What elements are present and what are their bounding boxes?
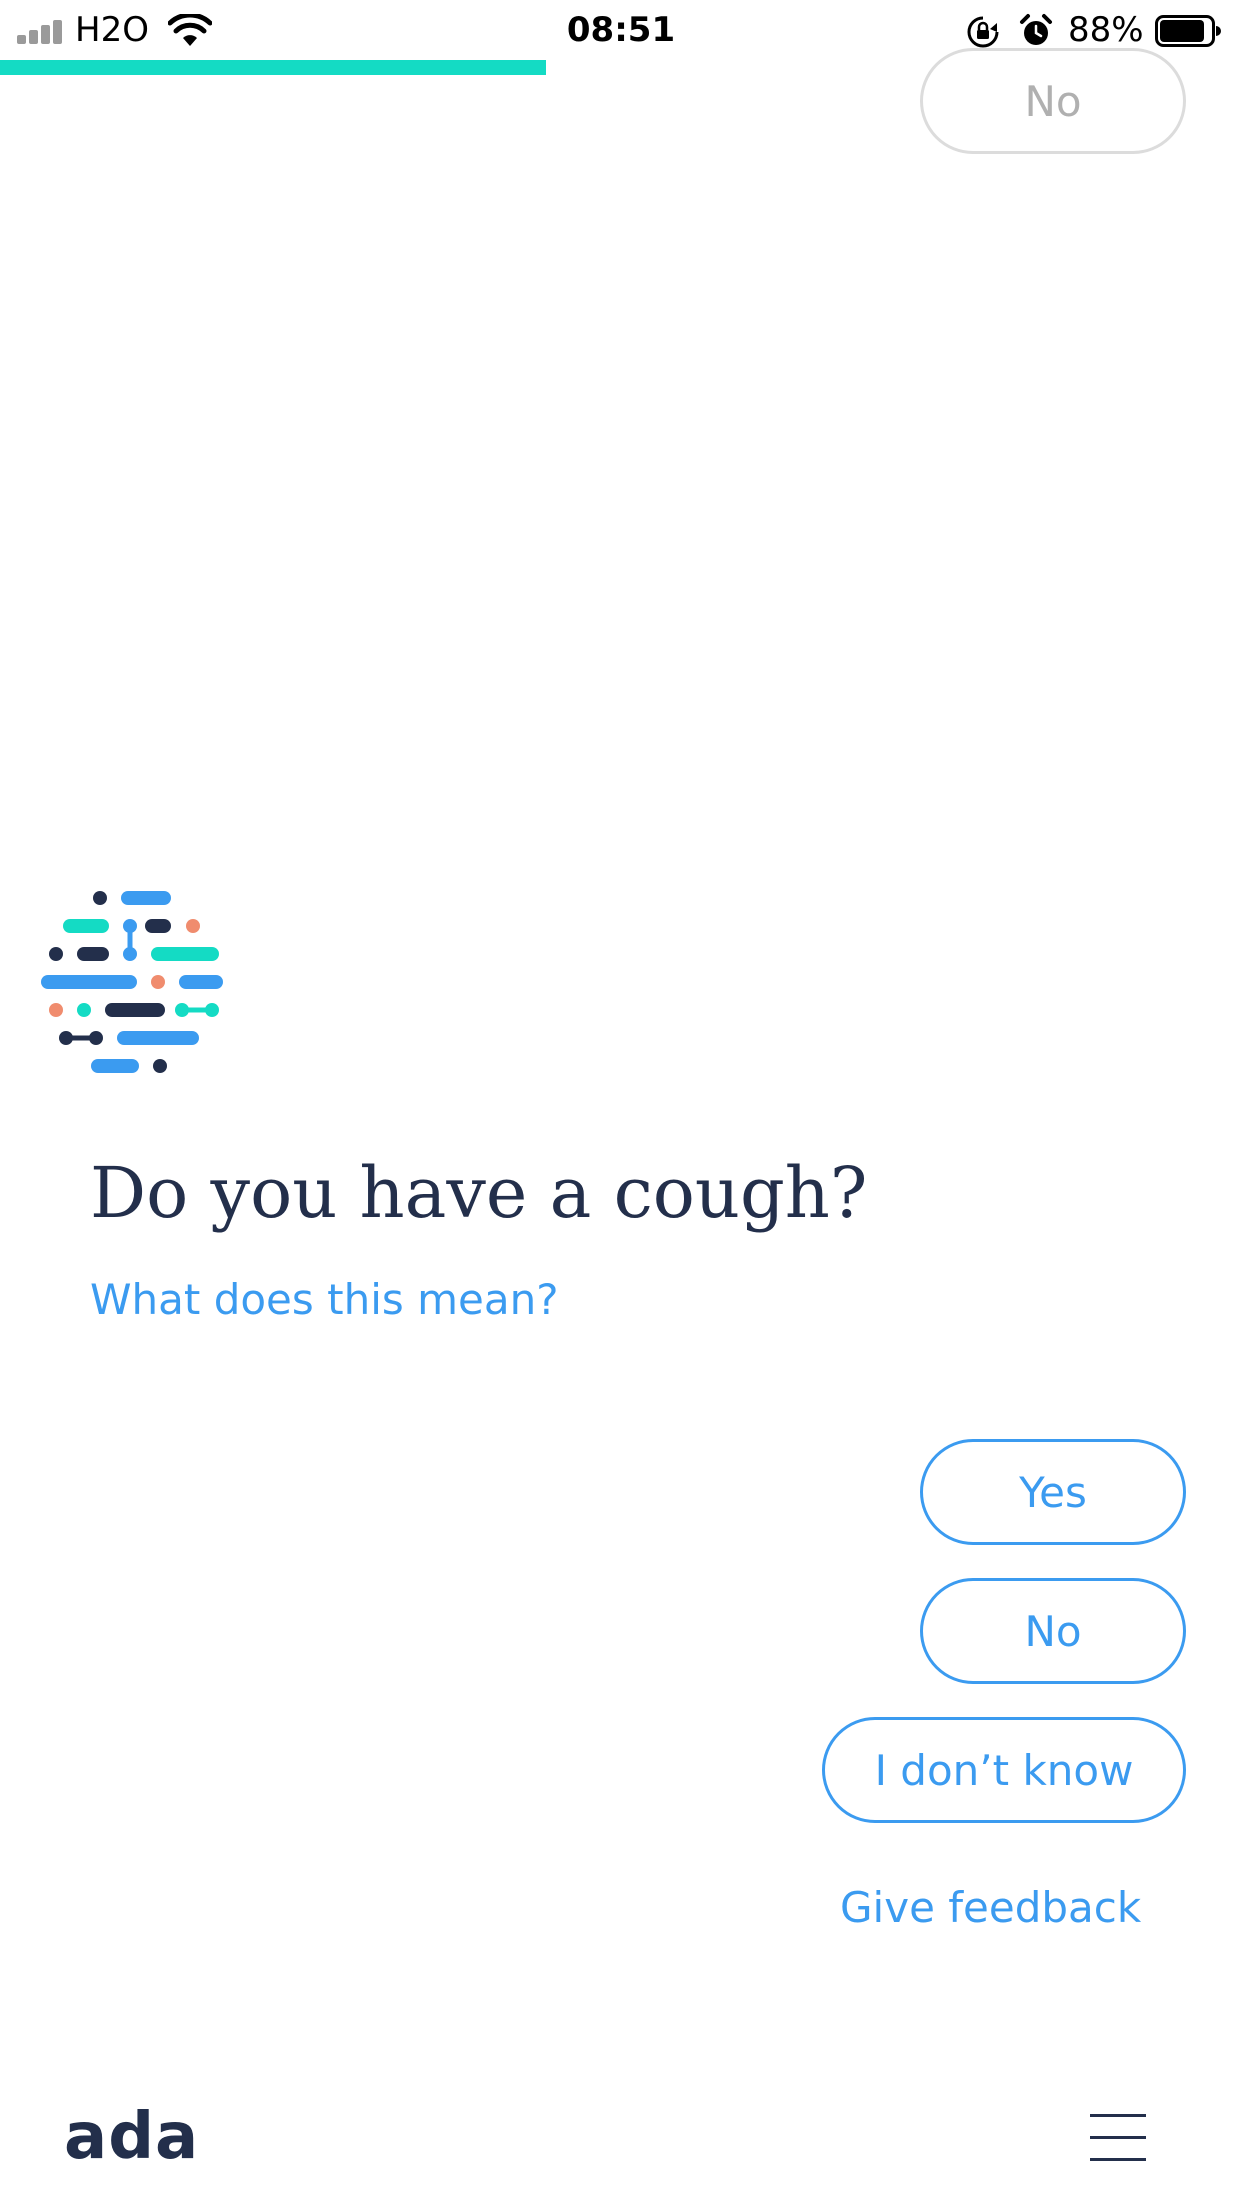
alarm-icon [1020,14,1052,45]
ada-brand-logo: ada [64,2100,200,2174]
previous-answer-bubble: No [920,48,1186,154]
ada-logo-icon [41,891,223,1073]
progress-fill [0,60,547,75]
rotation-lock-icon [967,16,999,48]
answer-no-button[interactable]: No [920,1578,1186,1684]
status-time: 08:51 [566,10,676,50]
hamburger-menu-icon[interactable] [1082,2110,1152,2166]
answer-yes-button[interactable]: Yes [920,1439,1186,1545]
battery-icon [1155,15,1221,47]
question-text: Do you have a cough? [90,1152,868,1234]
battery-percent: 88% [1068,10,1144,50]
give-feedback-link[interactable]: Give feedback [840,1880,1141,1936]
answer-dont-know-button[interactable]: I don’t know [822,1717,1186,1823]
what-does-this-mean-link[interactable]: What does this mean? [90,1272,559,1328]
